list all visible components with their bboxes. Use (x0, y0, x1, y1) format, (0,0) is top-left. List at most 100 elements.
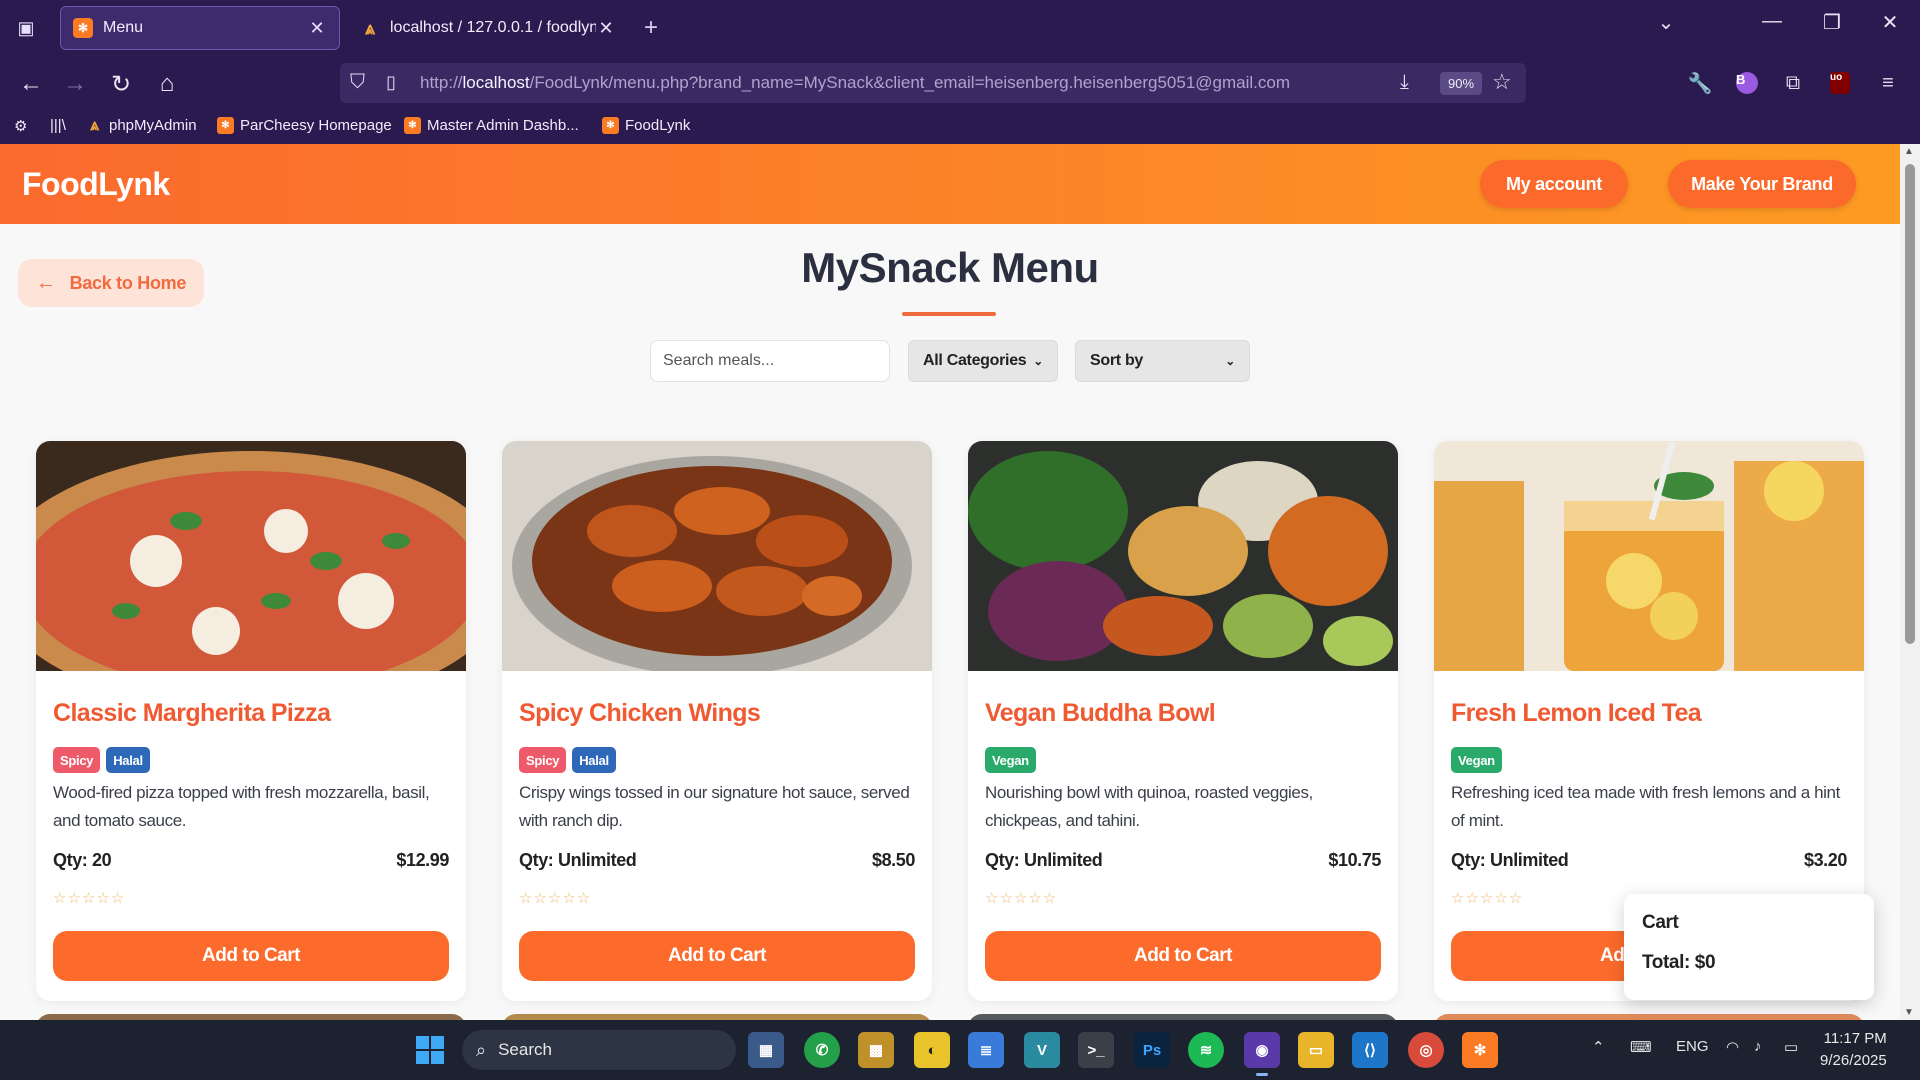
photos-app-icon[interactable]: ▦ (748, 1032, 784, 1068)
ublock-icon[interactable]: uo (1826, 69, 1854, 97)
page-info-icon[interactable]: ▯ (386, 72, 396, 93)
minimize-icon[interactable]: — (1752, 10, 1792, 33)
item-tags: Spicy Halal (53, 747, 150, 773)
settings-gear-icon[interactable]: ⚙ (14, 117, 27, 135)
reload-icon[interactable]: ↻ (104, 67, 138, 101)
address-bar[interactable]: ⛉ ▯ http://localhost/FoodLynk/menu.php?b… (340, 63, 1526, 103)
bookmark-foodlynk[interactable]: ✻ FoodLynk (602, 117, 690, 134)
bookmark-star-icon[interactable]: ☆ (1492, 69, 1512, 95)
cart-widget[interactable]: Cart Total: $0 (1624, 894, 1874, 1000)
chicken-wings-image (502, 441, 932, 671)
item-price: $8.50 (871, 850, 915, 870)
add-to-cart-button[interactable]: Add to Cart (985, 931, 1381, 981)
rating-stars[interactable]: ☆☆☆☆☆ (53, 889, 125, 907)
shield-icon[interactable]: ⛉ (350, 71, 365, 94)
scroll-thumb[interactable] (1905, 164, 1915, 644)
whatsapp-icon[interactable]: ✆ (804, 1032, 840, 1068)
add-to-cart-button[interactable]: Add to Cart (519, 931, 915, 981)
close-icon[interactable]: ✕ (307, 18, 327, 39)
tab-menu[interactable]: ✻ Menu ✕ (60, 6, 340, 50)
vs-app-icon[interactable]: V (1024, 1032, 1060, 1068)
taskbar: ⌕ Search ▦ ✆ ▩ ◐ ≣ V >_ Ps ≋ ◉ ▭ ⟨⟩ ◎ ✻ … (0, 1020, 1920, 1080)
rating-stars[interactable]: ☆☆☆☆☆ (519, 889, 591, 907)
extension-b-icon[interactable]: B (1733, 69, 1761, 97)
spotify-icon[interactable]: ≋ (1188, 1032, 1224, 1068)
xampp-icon: ✻ (404, 117, 421, 134)
rating-stars[interactable]: ☆☆☆☆☆ (985, 889, 1057, 907)
xampp-icon[interactable]: ✻ (1462, 1032, 1498, 1068)
item-quantity: Qty: Unlimited (519, 850, 637, 870)
bookmark-phpmyadmin[interactable]: ⩓ phpMyAdmin (86, 116, 197, 135)
system-clock[interactable]: 11:17 PM 9/26/2025 (1820, 1028, 1887, 1072)
keyboard-icon[interactable]: ⌨ (1630, 1038, 1652, 1056)
paint-app-icon[interactable]: ▩ (858, 1032, 894, 1068)
library-icon[interactable]: |||\ (50, 117, 66, 134)
scroll-up-icon[interactable]: ▲ (1904, 146, 1914, 157)
forward-arrow-icon[interactable]: → (58, 67, 92, 101)
item-quantity: Qty: Unlimited (1451, 850, 1569, 870)
menu-item-card: Spicy Chicken Wings Spicy Halal Crispy w… (502, 441, 932, 1001)
iced-tea-image (1434, 441, 1864, 671)
hamburger-menu-icon[interactable]: ≡ (1874, 69, 1902, 97)
zoom-level[interactable]: 90% (1440, 72, 1483, 95)
search-input[interactable] (650, 340, 890, 382)
tag-spicy: Spicy (519, 747, 567, 773)
add-to-cart-button[interactable]: Add to Cart (53, 931, 449, 981)
wrench-icon[interactable]: 🔧 (1686, 69, 1714, 97)
restore-icon[interactable]: ❐ (1812, 10, 1852, 35)
tag-halal: Halal (106, 747, 150, 773)
photoshop-icon[interactable]: Ps (1134, 1032, 1170, 1068)
item-description: Wood-fired pizza topped with fresh mozza… (53, 783, 430, 830)
xampp-icon: ✻ (602, 117, 619, 134)
volume-icon[interactable]: ♪ (1754, 1038, 1762, 1055)
browser-nav-bar: ← → ↻ ⌂ ⛉ ▯ http://localhost/FoodLynk/me… (0, 55, 1920, 111)
bookmark-master-admin[interactable]: ✻ Master Admin Dashb... (404, 117, 579, 134)
extensions-puzzle-icon[interactable]: ⧉ (1779, 69, 1807, 97)
vscode-icon[interactable]: ⟨⟩ (1352, 1032, 1388, 1068)
file-explorer-icon[interactable]: ▭ (1298, 1032, 1334, 1068)
download-icon[interactable]: ⤓ (1400, 71, 1409, 94)
language-indicator[interactable]: ENG (1676, 1038, 1709, 1055)
sort-select[interactable]: Sort by ⌄ (1075, 340, 1250, 382)
item-price: $3.20 (1803, 850, 1847, 870)
item-name: Vegan Buddha Bowl (985, 699, 1216, 727)
list-all-tabs-icon[interactable]: ⌄ (1646, 10, 1686, 35)
item-name: Spicy Chicken Wings (519, 699, 761, 727)
new-tab-icon[interactable]: + (644, 14, 658, 42)
chevron-up-icon[interactable]: ⌃ (1592, 1038, 1605, 1056)
site-logo[interactable]: FoodLynk (22, 166, 170, 203)
rating-stars[interactable]: ☆☆☆☆☆ (1451, 889, 1523, 907)
chevron-down-icon: ⌄ (1225, 354, 1235, 368)
chat-app-icon[interactable]: ◐ (914, 1032, 950, 1068)
phpmyadmin-icon: ⩓ (89, 116, 100, 134)
close-icon[interactable]: ✕ (596, 18, 616, 39)
terminal-icon[interactable]: >_ (1078, 1032, 1114, 1068)
tab-list-icon[interactable]: ▣ (10, 12, 42, 44)
taskbar-search[interactable]: ⌕ Search (462, 1030, 736, 1070)
page-scrollbar[interactable]: ▲ ▼ (1900, 144, 1920, 1020)
battery-icon[interactable]: ▭ (1784, 1038, 1798, 1056)
wifi-icon[interactable]: ◠ (1726, 1038, 1739, 1056)
windows-start-icon[interactable] (416, 1036, 444, 1064)
make-your-brand-button[interactable]: Make Your Brand (1668, 160, 1856, 208)
bookmark-parcheesy[interactable]: ✻ ParCheesy Homepage (217, 117, 392, 134)
category-select[interactable]: All Categories ⌄ (908, 340, 1058, 382)
home-icon[interactable]: ⌂ (150, 67, 184, 101)
firefox-icon[interactable]: ◉ (1244, 1032, 1280, 1076)
item-quantity: Qty: 20 (53, 850, 112, 870)
back-arrow-icon[interactable]: ← (14, 67, 48, 101)
item-quantity: Qty: Unlimited (985, 850, 1103, 870)
item-tags: Vegan (985, 747, 1036, 773)
close-window-icon[interactable]: ✕ (1870, 10, 1910, 35)
item-description: Crispy wings tossed in our signature hot… (519, 783, 910, 830)
xampp-icon: ✻ (217, 117, 234, 134)
my-account-button[interactable]: My account (1480, 160, 1628, 208)
tag-vegan: Vegan (985, 747, 1036, 773)
item-price: $10.75 (1328, 850, 1381, 870)
menu-item-card: Vegan Buddha Bowl Vegan Nourishing bowl … (968, 441, 1398, 1001)
scroll-down-icon[interactable]: ▼ (1904, 1007, 1914, 1018)
notepad-icon[interactable]: ≣ (968, 1032, 1004, 1068)
tab-phpmyadmin[interactable]: ⩓ localhost / 127.0.0.1 / foodlynk / ✕ (348, 6, 628, 50)
chrome-icon[interactable]: ◎ (1408, 1032, 1444, 1068)
url-text[interactable]: http://localhost/FoodLynk/menu.php?brand… (420, 73, 1290, 93)
